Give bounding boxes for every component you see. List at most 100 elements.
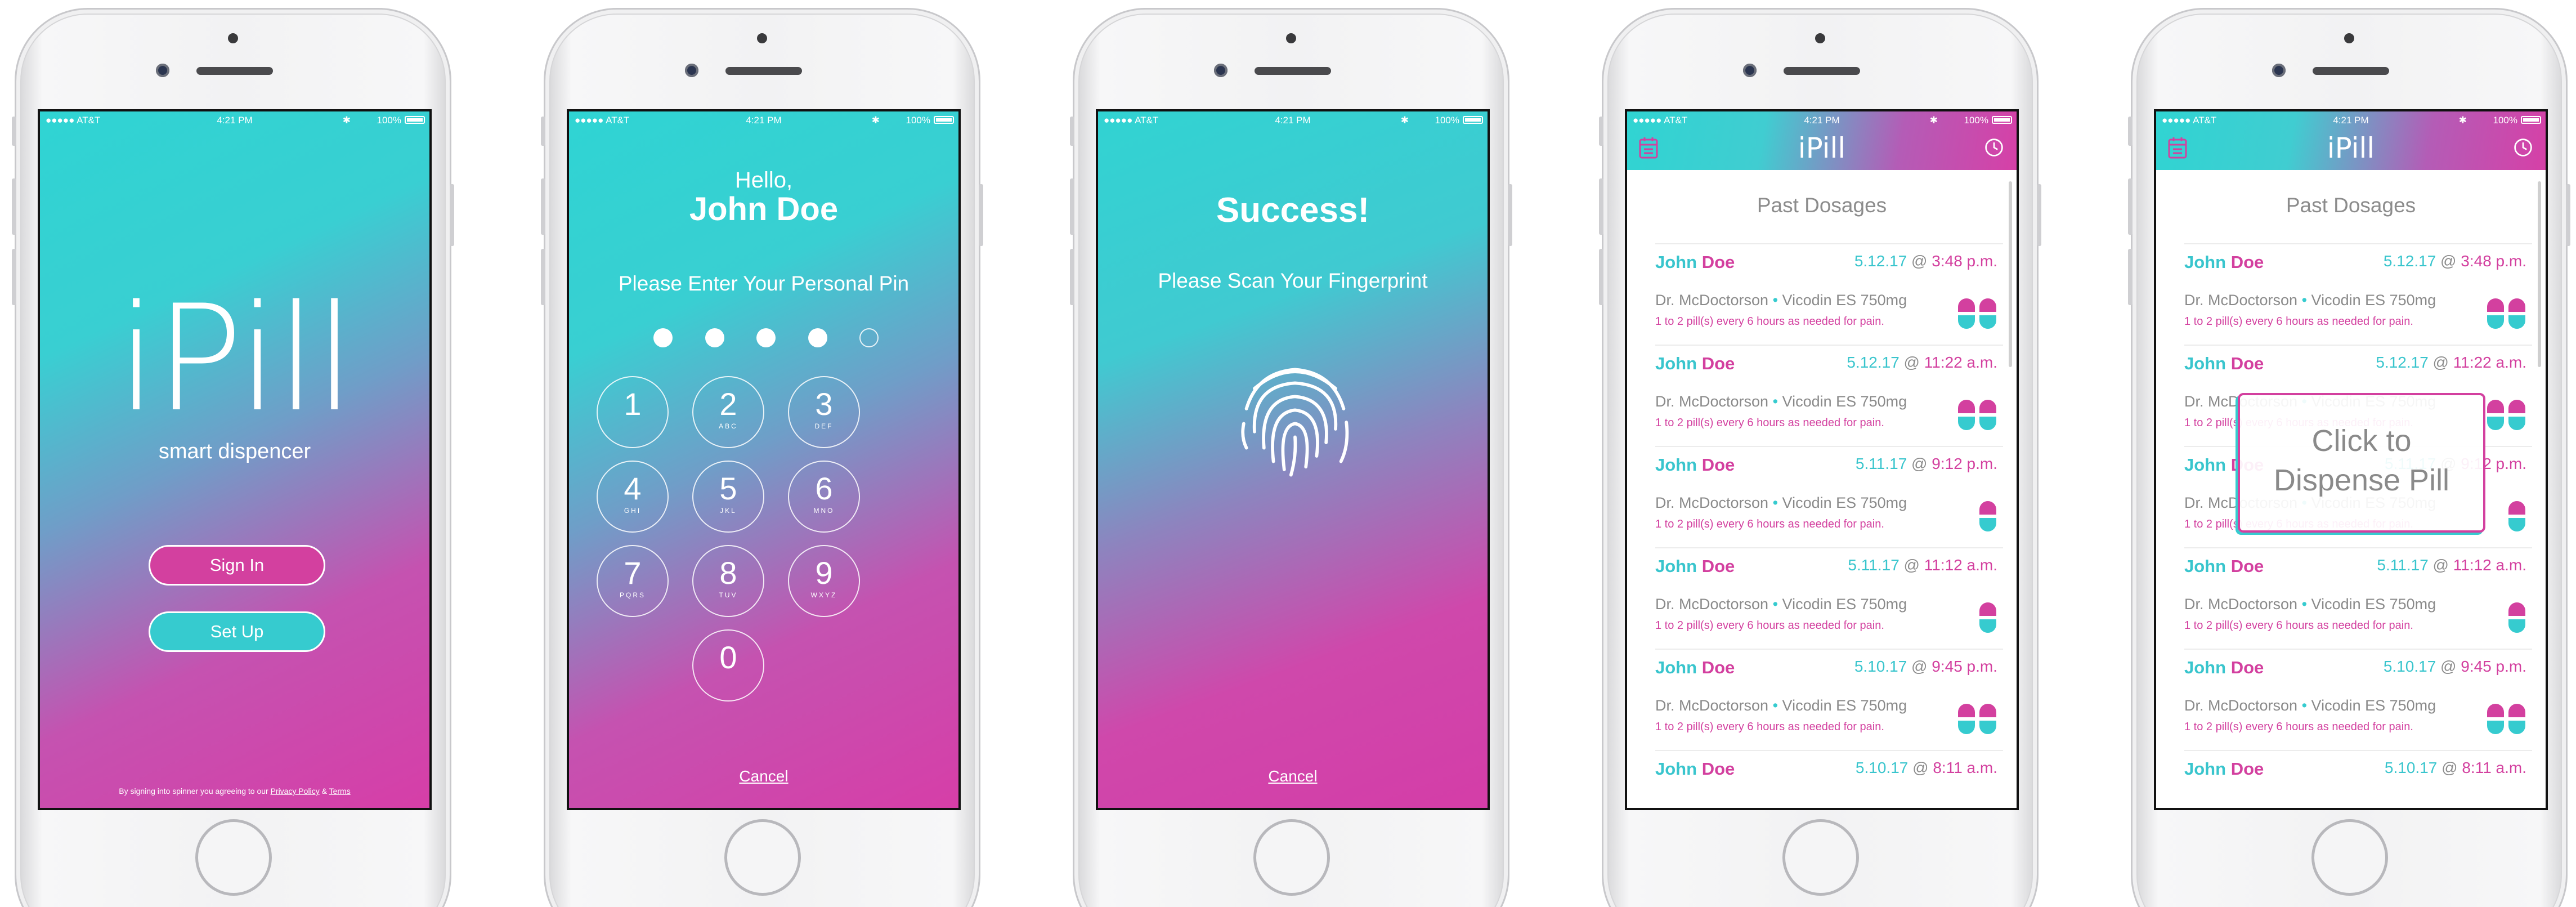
clock-icon[interactable] bbox=[1984, 136, 2004, 159]
dose-time: 9:12 p.m. bbox=[1932, 455, 1997, 472]
prescription-line: Dr. McDoctorson • Vicodin ES 750mg bbox=[2184, 292, 2436, 309]
sensor-dot bbox=[757, 33, 767, 43]
dosage-row[interactable]: John Doe 5.11.17 @ 11:12 a.m. Dr. McDoctor… bbox=[2184, 547, 2532, 649]
app-title: iPill bbox=[2327, 132, 2375, 164]
terms-link[interactable]: Terms bbox=[329, 787, 351, 796]
keypad-key-8[interactable]: 8 TUV bbox=[692, 545, 764, 617]
pill-bottom bbox=[2508, 518, 2525, 531]
status-time: 4:21 PM bbox=[217, 115, 253, 126]
patient-first-name: John bbox=[2184, 759, 2226, 779]
terms-amp: & bbox=[319, 787, 329, 796]
pill-top bbox=[1958, 298, 1975, 314]
patient-name: John Doe bbox=[1655, 455, 1735, 475]
dose-date: 5.11.17 bbox=[2377, 556, 2429, 574]
mute-switch bbox=[1599, 117, 1603, 146]
volume-down-button bbox=[1599, 249, 1603, 305]
keypad-key-7[interactable]: 7 PQRS bbox=[597, 545, 669, 617]
dose-date: 5.12.17 bbox=[2383, 252, 2436, 270]
status-time: 4:21 PM bbox=[1804, 115, 1840, 126]
cancel-link[interactable]: Cancel bbox=[1098, 767, 1488, 785]
battery-icon bbox=[1463, 116, 1483, 124]
pill-bottom bbox=[1958, 721, 1975, 734]
pin-prompt: Please Enter Your Personal Pin bbox=[618, 272, 910, 295]
battery-icon bbox=[934, 116, 954, 124]
keypad-key-6[interactable]: 6 MNO bbox=[788, 461, 860, 533]
patient-last-name: Doe bbox=[1701, 658, 1735, 677]
key-letters: WXYZ bbox=[810, 591, 837, 599]
keypad-key-4[interactable]: 4 GHI bbox=[597, 461, 669, 533]
patient-name: John Doe bbox=[2184, 658, 2264, 678]
at-sign: @ bbox=[1912, 759, 1929, 776]
key-letters: PQRS bbox=[619, 591, 646, 599]
clock-icon[interactable] bbox=[2513, 136, 2533, 159]
power-button bbox=[450, 184, 454, 246]
scrollbar[interactable] bbox=[2009, 181, 2012, 367]
list-title: Past Dosages bbox=[1757, 194, 1887, 217]
app-tagline: smart dispencer bbox=[158, 440, 311, 463]
dosage-row[interactable]: John Doe 5.12.17 @ 3:48 p.m. Dr. McDoctors… bbox=[1655, 243, 2003, 345]
patient-first-name: John bbox=[2184, 354, 2226, 373]
key-digit: 9 bbox=[815, 555, 833, 591]
pill-count bbox=[1979, 602, 1996, 633]
dose-datetime: 5.12.17 @ 11:22 a.m. bbox=[1847, 354, 1997, 372]
mute-switch bbox=[541, 117, 545, 146]
dosage-row[interactable]: John Doe 5.11.17 @ 9:12 p.m. Dr. McDoctors… bbox=[1655, 446, 2003, 547]
app-bar: ●●●●● AT&T 4:21 PM ✱ 100% iPill bbox=[2156, 111, 2546, 170]
home-button[interactable] bbox=[2311, 819, 2388, 896]
dispense-pill-button[interactable]: Click to Dispense Pill bbox=[2238, 393, 2485, 533]
dosage-row[interactable]: John Doe 5.10.17 @ 8:11 a.m. bbox=[2184, 750, 2532, 808]
dosage-row[interactable]: John Doe 5.11.17 @ 11:12 a.m. Dr. McDoctor… bbox=[1655, 547, 2003, 649]
pill-top bbox=[1958, 400, 1975, 415]
keypad-key-0[interactable]: 0 bbox=[692, 629, 764, 702]
key-digit: 6 bbox=[815, 471, 833, 506]
dosage-row[interactable]: John Doe 5.10.17 @ 9:45 p.m. Dr. McDoctors… bbox=[1655, 649, 2003, 750]
doctor-name: Dr. McDoctorson bbox=[1655, 292, 1769, 309]
key-letters: MNO bbox=[813, 507, 835, 515]
sign-in-button[interactable]: Sign In bbox=[149, 545, 325, 586]
medication-name: Vicodin ES 750mg bbox=[1782, 697, 1907, 714]
dosage-row[interactable]: John Doe 5.12.17 @ 11:22 a.m. Dr. McDoctor… bbox=[1655, 345, 2003, 446]
dose-datetime: 5.12.17 @ 11:22 a.m. bbox=[2376, 354, 2526, 372]
home-button[interactable] bbox=[1253, 819, 1330, 896]
keypad-key-2[interactable]: 2 ABC bbox=[692, 376, 764, 448]
dose-datetime: 5.10.17 @ 9:45 p.m. bbox=[1854, 658, 1997, 676]
bullet-separator: • bbox=[1772, 596, 1778, 613]
prescription-line: Dr. McDoctorson • Vicodin ES 750mg bbox=[1655, 596, 1907, 613]
patient-last-name: Doe bbox=[2230, 354, 2264, 373]
scrollbar[interactable] bbox=[2538, 181, 2541, 367]
pill-count bbox=[1958, 298, 1996, 329]
dose-time: 11:12 a.m. bbox=[1924, 556, 1997, 574]
dosage-row[interactable]: John Doe 5.10.17 @ 9:45 p.m. Dr. McDoctors… bbox=[2184, 649, 2532, 750]
home-button[interactable] bbox=[724, 819, 801, 896]
battery-percent: 100% bbox=[2493, 115, 2517, 126]
volume-down-button bbox=[541, 249, 545, 305]
patient-last-name: Doe bbox=[1701, 354, 1735, 373]
set-up-button[interactable]: Set Up bbox=[149, 611, 325, 652]
doctor-name: Dr. McDoctorson bbox=[2184, 697, 2298, 714]
status-time: 4:21 PM bbox=[2333, 115, 2369, 126]
key-letters: GHI bbox=[624, 507, 642, 515]
pill-top bbox=[2508, 298, 2525, 314]
dosage-list[interactable]: Past Dosages John Doe 5.12.17 @ 3:48 p.m.… bbox=[1627, 170, 2017, 808]
dose-datetime: 5.12.17 @ 3:48 p.m. bbox=[2384, 252, 2526, 270]
pill-icon bbox=[2508, 704, 2525, 734]
home-button[interactable] bbox=[195, 819, 272, 896]
fingerprint-icon[interactable] bbox=[1227, 348, 1363, 483]
power-button bbox=[979, 184, 983, 246]
privacy-policy-link[interactable]: Privacy Policy bbox=[271, 787, 320, 796]
keypad-key-1[interactable]: 1 bbox=[597, 376, 669, 448]
patient-last-name: Doe bbox=[2230, 556, 2264, 576]
dosage-row[interactable]: John Doe 5.10.17 @ 8:11 a.m. bbox=[1655, 750, 2003, 808]
home-button[interactable] bbox=[1782, 819, 1859, 896]
cancel-link[interactable]: Cancel bbox=[569, 767, 958, 785]
keypad-key-9[interactable]: 9 WXYZ bbox=[788, 545, 860, 617]
pill-top bbox=[1979, 704, 1996, 719]
dose-date: 5.10.17 bbox=[1855, 759, 1909, 776]
phone-frame-1: ●●●●● AT&T 4:21 PM ✱ 100% iPill smart di… bbox=[12, 8, 454, 907]
dosage-row[interactable]: John Doe 5.12.17 @ 3:48 p.m. Dr. McDoctors… bbox=[2184, 243, 2532, 345]
pill-icon bbox=[2508, 400, 2525, 430]
keypad-key-3[interactable]: 3 DEF bbox=[788, 376, 860, 448]
dose-time: 11:12 a.m. bbox=[2453, 556, 2526, 574]
dose-time: 8:11 a.m. bbox=[2462, 759, 2526, 776]
keypad-key-5[interactable]: 5 JKL bbox=[692, 461, 764, 533]
